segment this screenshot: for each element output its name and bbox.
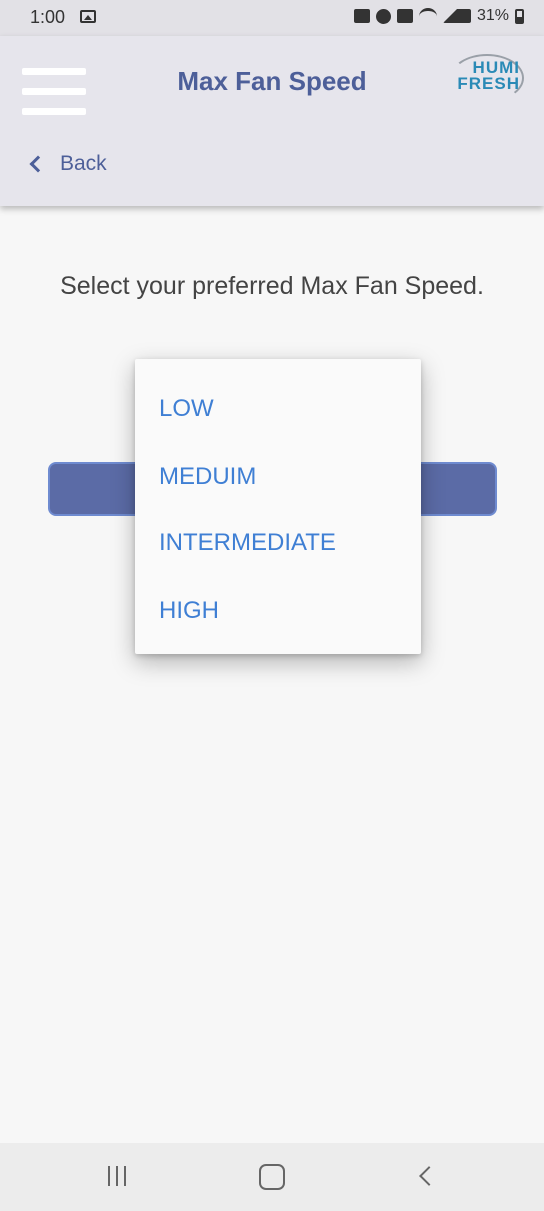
prompt-text: Select your preferred Max Fan Speed. [60,272,484,300]
option-medium[interactable]: MEDUIM [159,463,256,491]
status-bar: 1:00 31% [0,0,544,36]
app-header: Max Fan Speed HUMI FRESH Back [0,36,544,206]
option-high[interactable]: HIGH [159,597,219,625]
status-icons: 31% [353,7,524,25]
lock-icon [353,9,370,23]
back-label: Back [60,152,107,175]
fan-speed-dropdown: LOW MEDUIM INTERMEDIATE HIGH [135,359,421,654]
battery-icon [515,8,524,24]
nav-back-icon[interactable] [419,1166,439,1186]
alarm-icon [375,8,391,24]
option-intermediate[interactable]: INTERMEDIATE [159,529,336,557]
system-nav-bar [0,1143,544,1211]
image-icon [80,10,96,23]
home-icon[interactable] [259,1164,285,1190]
signal-icon [442,9,471,23]
recents-icon[interactable] [108,1166,126,1186]
back-button[interactable]: Back [29,152,107,176]
battery-percent: 31% [476,7,509,24]
chevron-left-icon [29,155,47,173]
option-low[interactable]: LOW [159,395,214,423]
logo-line2: FRESH [457,74,520,93]
status-time: 1:00 [30,7,66,27]
mute-icon [396,9,413,23]
humifresh-logo: HUMI FRESH [444,52,524,102]
wifi-icon [418,7,437,25]
